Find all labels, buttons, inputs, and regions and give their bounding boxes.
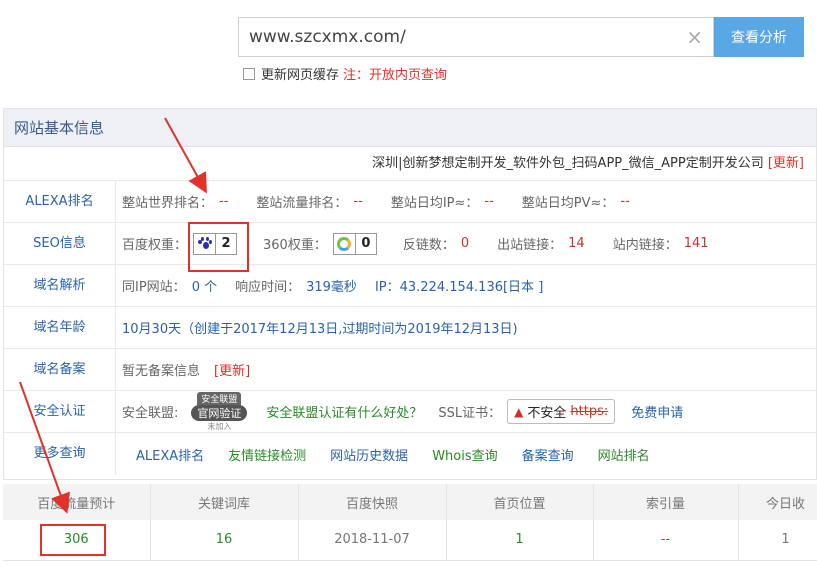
arrow-to-baidu-weight [164, 117, 207, 194]
arrow-to-traffic [19, 381, 70, 514]
annotation-arrows [19, 117, 207, 514]
